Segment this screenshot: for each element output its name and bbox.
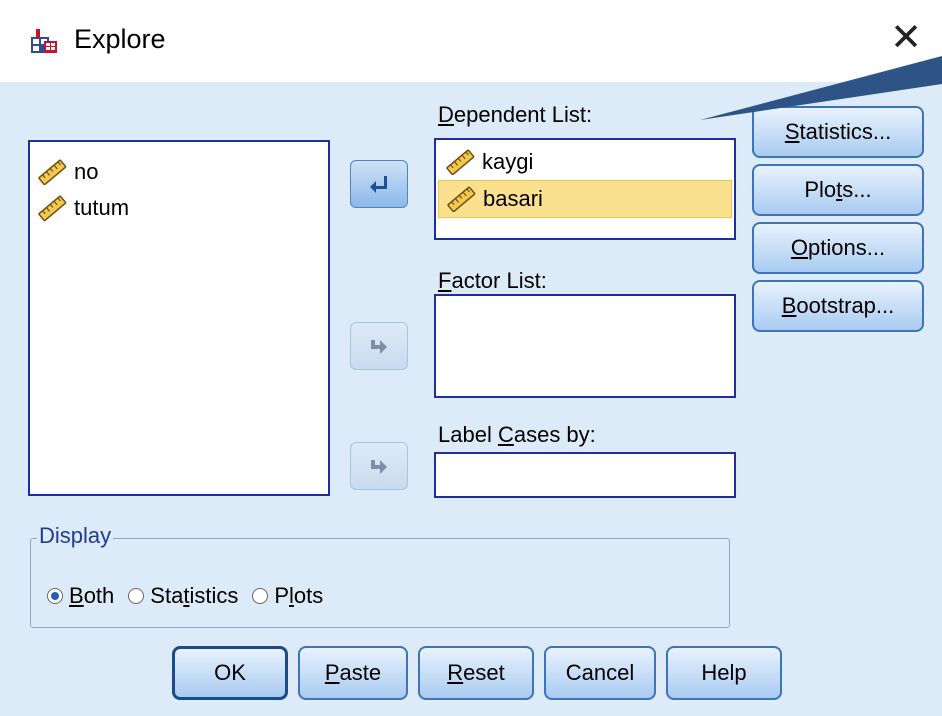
move-to-dependent-button[interactable] bbox=[350, 160, 408, 208]
display-options: Both Statistics Plots bbox=[47, 583, 337, 609]
explore-dialog: no tutum Dependent List: kaygi basari Fact… bbox=[0, 82, 942, 716]
variable-label: no bbox=[74, 159, 99, 184]
radio-statistics-label[interactable]: Statistics bbox=[150, 583, 238, 609]
radio-both-label[interactable]: Both bbox=[69, 583, 114, 609]
radio-statistics-icon[interactable] bbox=[128, 588, 145, 604]
close-icon[interactable]: ✕ bbox=[888, 18, 924, 58]
scale-ruler-icon bbox=[446, 149, 475, 175]
window-title: Explore bbox=[74, 24, 166, 54]
label-cases-label: Label Cases by: bbox=[438, 422, 596, 447]
variable-label: tutum bbox=[74, 195, 130, 220]
arrow-left-icon bbox=[370, 176, 387, 193]
plots-button[interactable]: Plo t s... bbox=[752, 164, 924, 216]
factor-list[interactable] bbox=[434, 294, 736, 398]
dependent-list[interactable]: kaygi basari bbox=[434, 138, 736, 240]
cancel-button[interactable]: Cancel bbox=[544, 646, 656, 700]
source-variable-item[interactable]: no bbox=[30, 154, 328, 190]
spss-explore-icon bbox=[31, 29, 57, 53]
ok-button[interactable]: OK bbox=[172, 646, 288, 700]
arrow-right-icon bbox=[371, 340, 387, 354]
scale-ruler-icon bbox=[38, 159, 67, 185]
display-legend: Display bbox=[37, 523, 114, 549]
help-button[interactable]: Help bbox=[666, 646, 782, 700]
source-variable-list[interactable]: no tutum bbox=[28, 140, 330, 496]
label-cases-field[interactable] bbox=[434, 452, 736, 498]
title-bar: Explore ✕ bbox=[0, 0, 942, 82]
radio-both-icon[interactable] bbox=[47, 588, 63, 604]
paste-button[interactable]: Paste bbox=[298, 646, 408, 700]
dependent-variable-item[interactable]: kaygi bbox=[438, 144, 732, 180]
display-group: Display Both Statistics Plots bbox=[30, 523, 730, 628]
bootstrap-button[interactable]: Bootstrap... bbox=[752, 280, 924, 332]
options-button[interactable]: Options... bbox=[752, 222, 924, 274]
move-to-label-cases-button[interactable] bbox=[350, 442, 408, 490]
scale-ruler-icon bbox=[447, 186, 476, 212]
radio-plots-icon[interactable] bbox=[252, 588, 269, 604]
variable-label: basari bbox=[483, 186, 543, 211]
move-to-factor-button[interactable] bbox=[350, 322, 408, 370]
factor-list-label: Factor List: bbox=[438, 268, 547, 293]
statistics-button[interactable]: Statistics... bbox=[752, 106, 924, 158]
source-variable-item[interactable]: tutum bbox=[30, 190, 328, 226]
dependent-variable-item[interactable]: basari bbox=[438, 180, 732, 218]
radio-plots-label[interactable]: Plots bbox=[274, 583, 323, 609]
variable-label: kaygi bbox=[482, 149, 534, 174]
arrow-right-icon bbox=[371, 460, 387, 474]
dependent-list-label: Dependent List: bbox=[438, 102, 593, 127]
reset-button[interactable]: Reset bbox=[418, 646, 534, 700]
scale-ruler-icon bbox=[38, 195, 67, 221]
